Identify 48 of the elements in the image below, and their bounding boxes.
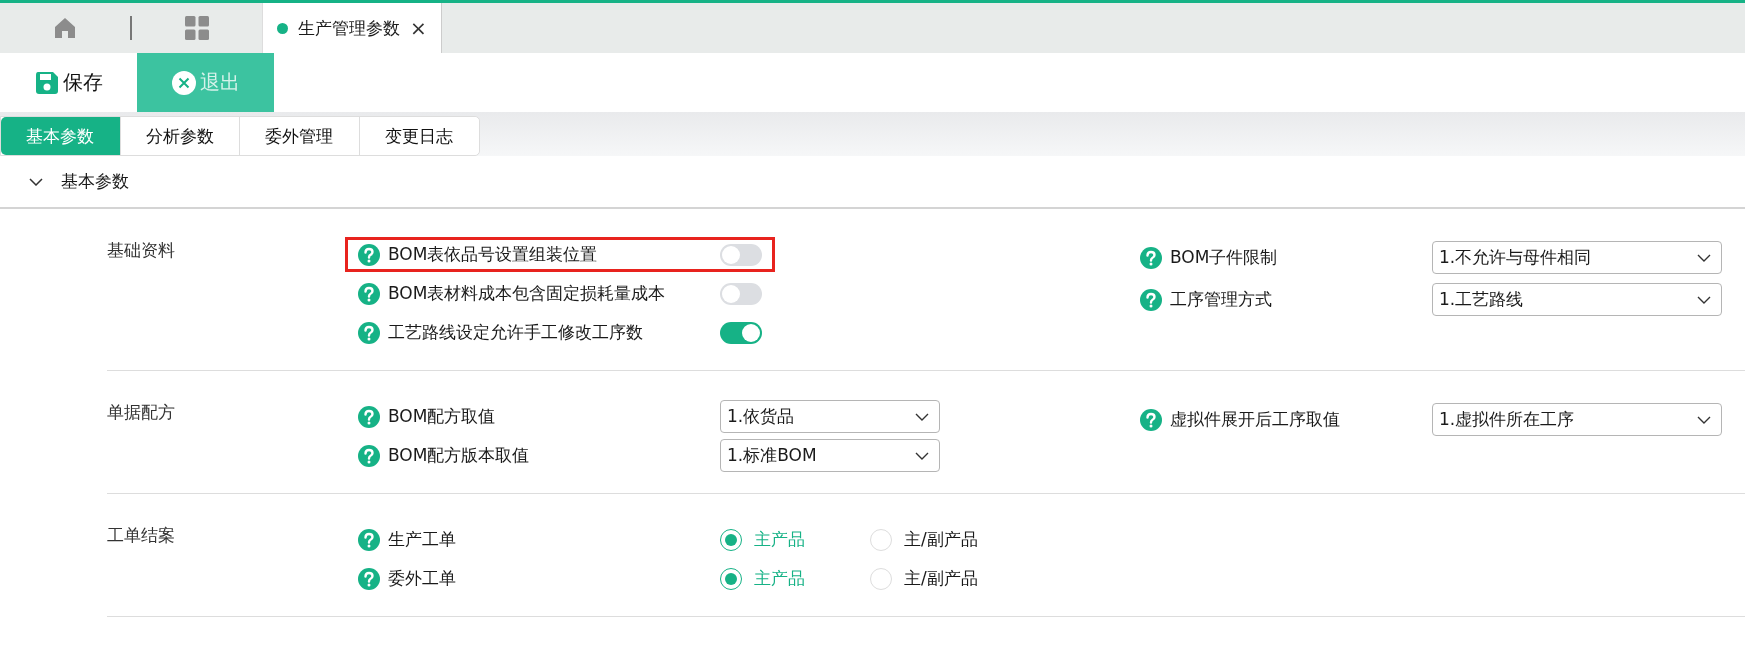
page-tab[interactable]: 生产管理参数 × xyxy=(262,3,442,53)
help-icon[interactable] xyxy=(358,405,380,428)
status-dot-icon xyxy=(277,22,288,34)
setting-label: 虚拟件展开后工序取值 xyxy=(1170,408,1341,431)
dropdown[interactable]: 1.虚拟件所在工序 xyxy=(1432,403,1722,436)
dropdown[interactable]: 1.标准BOM xyxy=(720,439,940,472)
radio-label[interactable]: 主/副产品 xyxy=(904,567,978,590)
close-icon[interactable]: × xyxy=(410,16,427,40)
section-title: 基本参数 xyxy=(61,170,129,193)
group-label: 基础资料 xyxy=(107,239,176,262)
help-icon[interactable] xyxy=(358,444,380,467)
chevron-down-icon[interactable] xyxy=(29,177,43,186)
grid-icon xyxy=(185,16,209,40)
setting-label: 工艺路线设定允许手工修改工序数 xyxy=(388,321,644,344)
setting-label: BOM表依品号设置组装位置 xyxy=(388,243,599,266)
chevron-down-icon xyxy=(915,451,929,460)
setting-label: BOM子件限制 xyxy=(1170,246,1279,269)
close-circle-icon xyxy=(171,70,196,95)
chevron-down-icon xyxy=(915,412,929,421)
help-icon[interactable] xyxy=(358,282,380,305)
toggle-switch[interactable] xyxy=(720,321,762,344)
chevron-down-icon xyxy=(1697,415,1711,424)
dropdown[interactable]: 1.不允许与母件相同 xyxy=(1432,241,1722,274)
help-icon[interactable] xyxy=(358,243,380,266)
setting-label: BOM表材料成本包含固定损耗量成本 xyxy=(388,282,667,305)
toggle-switch[interactable] xyxy=(720,282,762,305)
help-icon[interactable] xyxy=(1140,246,1162,269)
home-icon xyxy=(54,17,76,39)
dropdown[interactable]: 1.依货品 xyxy=(720,400,940,433)
toggle-switch[interactable] xyxy=(720,243,762,266)
group-label: 工单结案 xyxy=(107,524,176,547)
setting-label: 生产工单 xyxy=(388,528,457,551)
chevron-down-icon xyxy=(1697,295,1711,304)
group-label: 单据配方 xyxy=(107,401,176,424)
help-icon[interactable] xyxy=(358,528,380,551)
help-icon[interactable] xyxy=(1140,288,1162,311)
setting-label: BOM配方取值 xyxy=(388,405,497,428)
dropdown[interactable]: 1.工艺路线 xyxy=(1432,283,1722,316)
chevron-down-icon xyxy=(1697,253,1711,262)
radio-label[interactable]: 主/副产品 xyxy=(904,528,978,551)
help-icon[interactable] xyxy=(358,321,380,344)
tab-title: 生产管理参数 xyxy=(298,16,400,40)
setting-label: BOM配方版本取值 xyxy=(388,444,531,467)
setting-label: 工序管理方式 xyxy=(1170,288,1273,311)
setting-label: 委外工单 xyxy=(388,567,457,590)
help-icon[interactable] xyxy=(358,567,380,590)
help-icon[interactable] xyxy=(1140,408,1162,431)
save-icon xyxy=(34,70,59,95)
